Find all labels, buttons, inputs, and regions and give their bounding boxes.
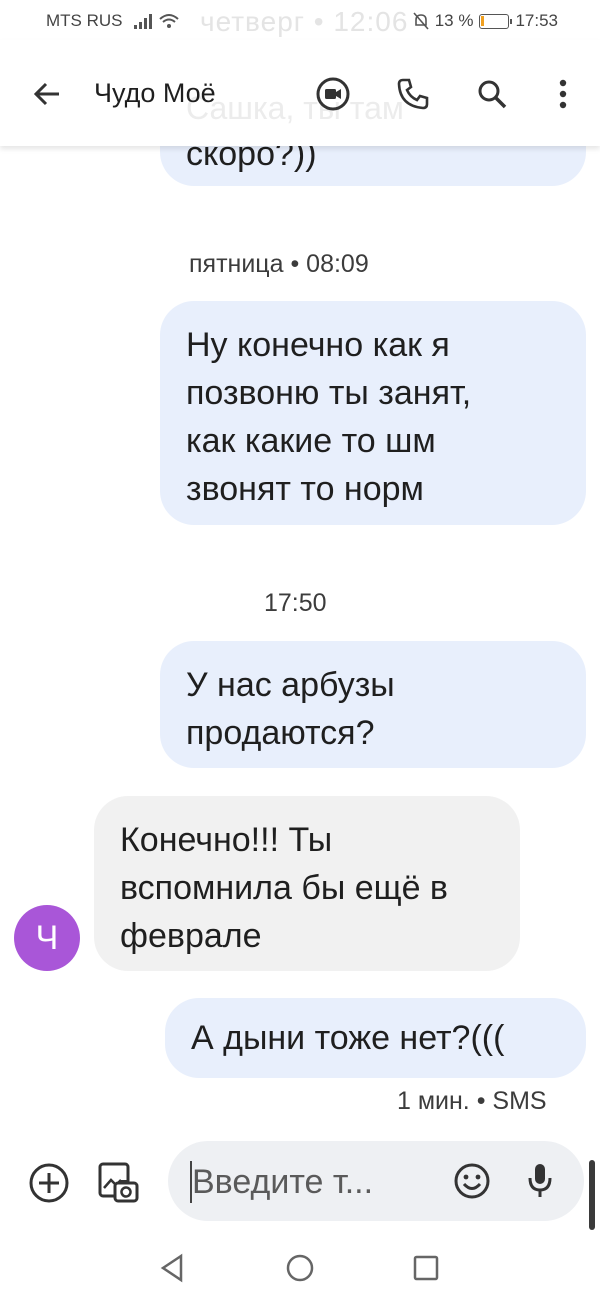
message-input-placeholder: Введите т... — [192, 1163, 374, 1201]
contact-name[interactable]: Чудо Моё — [94, 78, 216, 109]
message-line: вспомнила бы ещё в — [120, 869, 448, 907]
microphone-icon[interactable] — [518, 1159, 562, 1203]
more-options-icon[interactable] — [543, 74, 583, 114]
back-arrow-icon[interactable] — [27, 74, 67, 114]
message-line: звонят то норм — [186, 470, 424, 508]
gallery-icon[interactable] — [96, 1160, 142, 1206]
contact-avatar[interactable]: Ч — [14, 905, 80, 971]
date-separator: пятница • 08:09 — [189, 250, 369, 278]
message-line: позвоню ты занят, — [186, 374, 472, 412]
time-separator: 17:50 — [264, 589, 327, 617]
scrollbar[interactable] — [589, 1160, 595, 1230]
status-bar: четверг • 12:06 MTS RUS 13 % 17:53 — [0, 0, 600, 40]
video-call-icon[interactable] — [313, 74, 353, 114]
mute-icon — [413, 12, 429, 30]
message-outgoing[interactable]: У нас арбузы продаются? — [160, 641, 586, 768]
battery-icon — [479, 13, 513, 29]
message-input[interactable]: Введите т... — [168, 1141, 584, 1221]
battery-percent: 13 % — [434, 11, 474, 30]
search-icon[interactable] — [472, 74, 512, 114]
toolbar-ghost-message: Сашка, ты там — [186, 90, 404, 126]
emoji-icon[interactable] — [450, 1159, 494, 1203]
message-line: А дыни тоже нет?((( — [191, 1019, 505, 1057]
message-line: феврале — [120, 917, 262, 955]
status-time: 17:53 — [515, 11, 558, 30]
message-line: продаются? — [186, 714, 375, 752]
conversation-toolbar: Сашка, ты там Чудо Моё — [0, 40, 600, 146]
nav-back-icon[interactable] — [152, 1250, 192, 1286]
message-line: как какие то шм — [186, 422, 436, 460]
message-meta: 1 мин. • SMS — [397, 1087, 547, 1115]
message-line: Ну конечно как я — [186, 326, 450, 364]
system-navigation-bar — [0, 1236, 600, 1299]
message-outgoing[interactable]: Ну конечно как я позвоню ты занят, как к… — [160, 301, 586, 525]
nav-home-icon[interactable] — [280, 1250, 320, 1286]
message-outgoing[interactable]: А дыни тоже нет?((( — [165, 998, 586, 1078]
message-incoming[interactable]: Конечно!!! Ты вспомнила бы ещё в феврале — [94, 796, 520, 971]
message-line: Конечно!!! Ты — [120, 821, 333, 859]
carrier-name: MTS RUS — [46, 11, 123, 30]
phone-call-icon[interactable] — [393, 74, 433, 114]
nav-recents-icon[interactable] — [406, 1250, 446, 1286]
add-attachment-icon[interactable] — [26, 1160, 72, 1206]
signal-wifi-icon — [134, 12, 180, 35]
status-ghost-text: четверг • 12:06 — [200, 6, 409, 37]
message-line: У нас арбузы — [186, 666, 395, 704]
